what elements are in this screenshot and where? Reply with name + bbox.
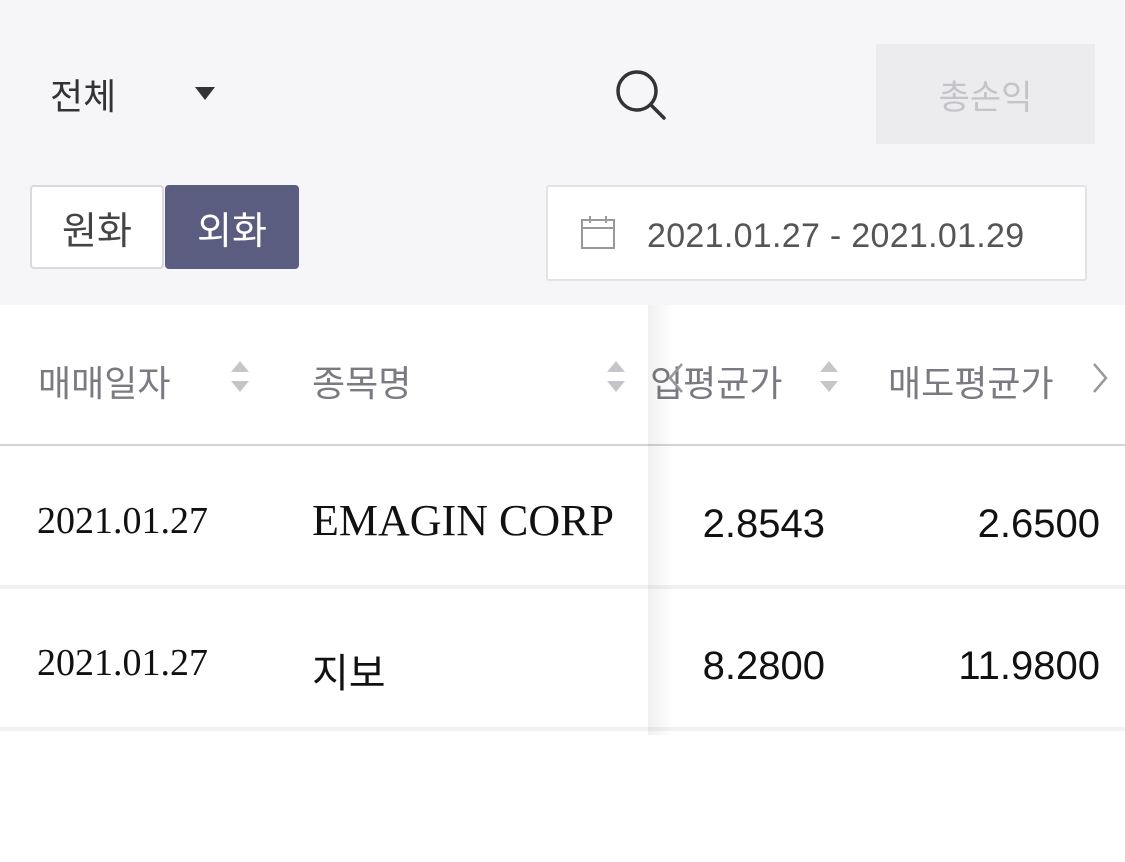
cell-sell-avg: 2.6500 xyxy=(977,502,1100,546)
date-range-text: 2021.01.27 - 2021.01.29 xyxy=(647,217,1025,255)
filter-panel: 전체 총손익 원화 외화 2021.01.27 - 2021.01.29 xyxy=(0,0,1125,305)
sort-icon[interactable] xyxy=(230,359,250,395)
filter-selected-label: 전체 xyxy=(50,77,117,118)
cell-stock-name: EMAGIN CORP xyxy=(312,496,614,545)
header-stock-name[interactable]: 종목명 xyxy=(312,355,411,407)
search-icon[interactable] xyxy=(612,66,670,124)
cell-buy-avg: 8.2800 xyxy=(702,644,825,688)
cell-trade-date: 2021.01.27 xyxy=(37,642,208,684)
cell-buy-avg: 2.8543 xyxy=(702,502,825,546)
header-sell-avg[interactable]: 매도평균가 xyxy=(888,355,1054,407)
fixed-column-divider xyxy=(648,305,674,735)
chevron-right-icon[interactable] xyxy=(1088,360,1112,396)
cell-trade-date: 2021.01.27 xyxy=(37,500,208,542)
table-header: 매매일자 종목명 입평균가 매도평균가 xyxy=(0,305,1125,446)
account-filter-dropdown[interactable]: 전체 xyxy=(50,68,215,120)
sort-icon[interactable] xyxy=(819,359,839,395)
total-profit-button[interactable]: 총손익 xyxy=(876,44,1095,144)
calendar-icon xyxy=(581,216,615,249)
table-row[interactable]: 2021.01.27 지보 8.2800 11.9800 xyxy=(0,589,1125,731)
cell-stock-name: 지보 xyxy=(312,651,386,697)
header-trade-date[interactable]: 매매일자 xyxy=(38,355,170,407)
tab-krw[interactable]: 원화 xyxy=(30,185,164,269)
table-row[interactable]: 2021.01.27 EMAGIN CORP 2.8543 2.6500 xyxy=(0,447,1125,589)
caret-down-icon xyxy=(195,87,215,100)
tab-foreign-currency[interactable]: 외화 xyxy=(165,185,299,269)
sort-icon[interactable] xyxy=(606,359,626,395)
cell-sell-avg: 11.9800 xyxy=(958,644,1100,688)
date-range-picker[interactable]: 2021.01.27 - 2021.01.29 xyxy=(546,185,1087,281)
